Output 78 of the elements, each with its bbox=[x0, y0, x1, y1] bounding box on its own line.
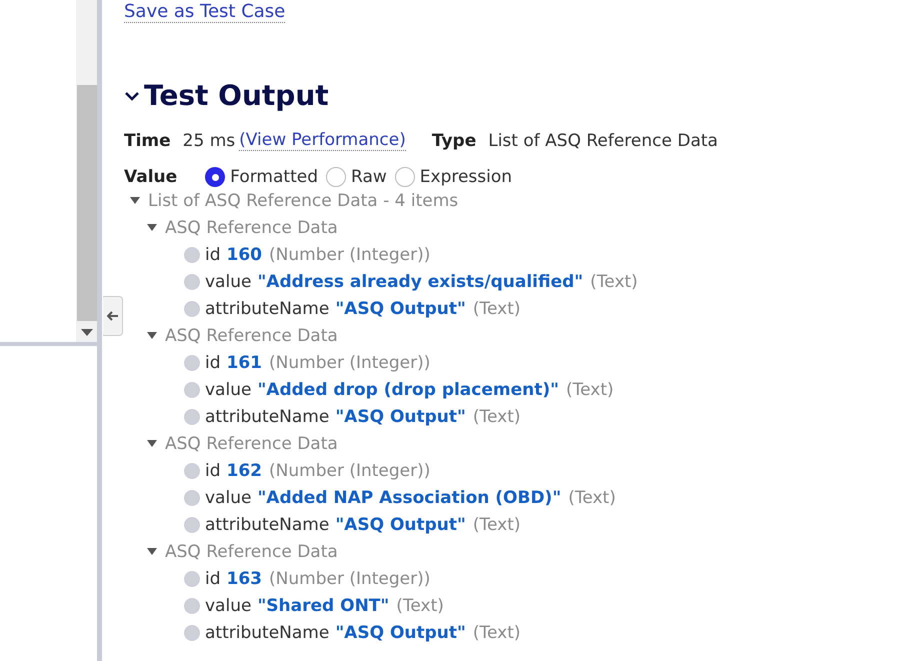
field-type: (Text) bbox=[472, 406, 521, 426]
field-name: id bbox=[205, 568, 221, 588]
scrollbar-thumb[interactable] bbox=[76, 85, 96, 321]
section-title: Test Output bbox=[144, 79, 329, 112]
field-type: (Text) bbox=[590, 272, 638, 292]
field-name: value bbox=[205, 488, 252, 508]
field-type: (Text) bbox=[566, 380, 614, 400]
tree-node-label: ASQ Reference Data bbox=[165, 542, 338, 562]
bullet-icon bbox=[184, 490, 200, 506]
field-name: value bbox=[205, 596, 252, 616]
radio-label: Expression bbox=[420, 167, 512, 187]
bullet-icon bbox=[184, 274, 200, 290]
bullet-icon bbox=[184, 462, 200, 478]
tree-node-label: ASQ Reference Data bbox=[165, 218, 338, 238]
field-value: "Shared ONT" bbox=[257, 596, 390, 616]
field-name: value bbox=[205, 272, 252, 292]
save-as-test-case-link[interactable]: Save as Test Case bbox=[124, 1, 286, 23]
field-type: (Text) bbox=[568, 488, 616, 508]
bullet-icon bbox=[184, 354, 200, 370]
scrollbar-track[interactable] bbox=[76, 0, 97, 342]
time-value: 25 ms bbox=[182, 130, 236, 150]
tree-node-label: List of ASQ Reference Data - 4 items bbox=[148, 190, 458, 210]
bullet-icon bbox=[184, 246, 200, 262]
field-name: attributeName bbox=[205, 622, 330, 642]
field-type: (Number (Integer)) bbox=[269, 568, 430, 588]
bullet-icon bbox=[184, 300, 200, 316]
type-label: Type bbox=[432, 130, 476, 150]
type-value: List of ASQ Reference Data bbox=[488, 130, 718, 150]
field-type: (Text) bbox=[396, 596, 444, 616]
radio-button[interactable] bbox=[205, 167, 226, 187]
bullet-icon bbox=[184, 516, 200, 532]
field-name: id bbox=[205, 244, 221, 264]
field-value: "ASQ Output" bbox=[335, 514, 466, 534]
field-value: "Added NAP Association (OBD)" bbox=[257, 488, 562, 508]
tree-node-label: ASQ Reference Data bbox=[165, 326, 338, 346]
field-name: value bbox=[205, 380, 252, 400]
field-value: "ASQ Output" bbox=[335, 406, 466, 426]
view-performance-link[interactable]: (View Performance) bbox=[239, 130, 406, 151]
field-name: attributeName bbox=[205, 298, 330, 318]
bullet-icon bbox=[184, 382, 200, 398]
collapse-panel-button[interactable] bbox=[103, 296, 123, 336]
field-name: id bbox=[205, 352, 221, 372]
chevron-icon[interactable] bbox=[124, 90, 140, 100]
field-value: "ASQ Output" bbox=[335, 622, 466, 642]
field-value: 163 bbox=[226, 568, 262, 588]
field-type: (Text) bbox=[472, 514, 521, 534]
field-value: 161 bbox=[226, 352, 262, 372]
field-type: (Number (Integer)) bbox=[269, 352, 430, 372]
field-name: id bbox=[205, 460, 221, 480]
radio-label: Formatted bbox=[230, 167, 318, 187]
field-name: attributeName bbox=[205, 406, 330, 426]
bullet-icon bbox=[184, 408, 200, 424]
field-value: 162 bbox=[226, 460, 262, 480]
field-value: 160 bbox=[226, 244, 262, 264]
radio-button[interactable] bbox=[326, 167, 346, 187]
field-value: "Added drop (drop placement)" bbox=[257, 380, 559, 400]
arrow-left-icon bbox=[106, 311, 118, 321]
bullet-icon bbox=[184, 624, 200, 640]
field-type: (Text) bbox=[472, 622, 521, 642]
expand-triangle-icon[interactable] bbox=[147, 224, 157, 231]
tree-node-label: ASQ Reference Data bbox=[165, 434, 338, 454]
field-type: (Text) bbox=[472, 298, 521, 318]
expand-triangle-icon[interactable] bbox=[130, 197, 140, 204]
time-label: Time bbox=[124, 130, 171, 150]
expand-triangle-icon[interactable] bbox=[147, 548, 157, 555]
bullet-icon bbox=[184, 570, 200, 586]
field-type: (Number (Integer)) bbox=[269, 244, 430, 264]
field-value: "ASQ Output" bbox=[335, 298, 466, 318]
bullet-icon bbox=[184, 598, 200, 614]
field-name: attributeName bbox=[205, 514, 330, 534]
field-value: "Address already exists/qualified" bbox=[257, 272, 584, 292]
scroll-down-icon[interactable] bbox=[80, 329, 92, 336]
radio-label: Raw bbox=[351, 167, 387, 187]
radio-button[interactable] bbox=[394, 167, 415, 187]
expand-triangle-icon[interactable] bbox=[147, 332, 157, 339]
field-type: (Number (Integer)) bbox=[269, 460, 430, 480]
expand-triangle-icon[interactable] bbox=[147, 440, 157, 447]
value-label: Value bbox=[124, 167, 178, 187]
